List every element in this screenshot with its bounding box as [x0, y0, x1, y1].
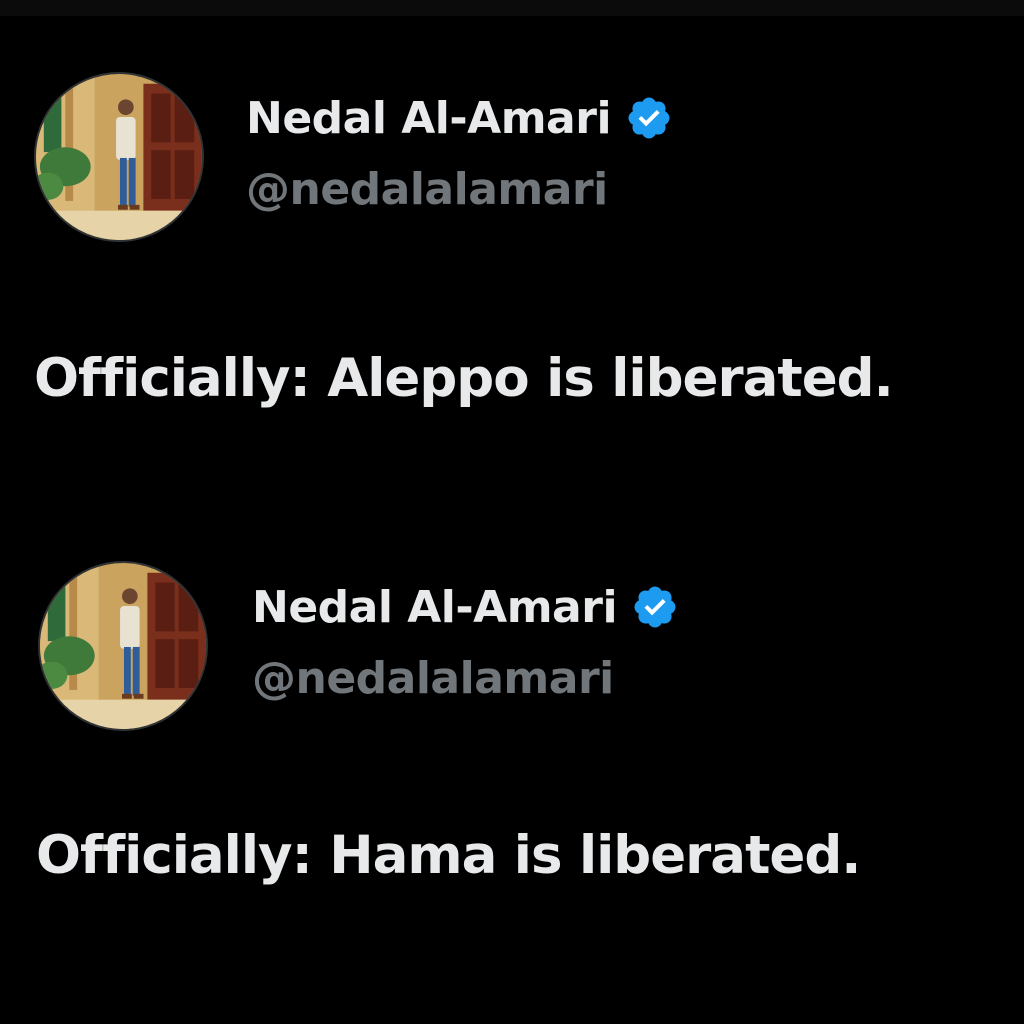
- avatar[interactable]: [34, 72, 204, 242]
- verified-badge-icon[interactable]: [625, 94, 673, 142]
- profile-photo: [40, 563, 206, 729]
- top-strip: [0, 0, 1024, 16]
- verified-badge-icon[interactable]: [631, 583, 679, 631]
- post-text: Officially: Aleppo is liberated.: [34, 348, 894, 409]
- profile-photo: [36, 74, 202, 240]
- user-handle[interactable]: @nedalalamari: [246, 164, 608, 215]
- display-name[interactable]: Nedal Al-Amari: [246, 93, 612, 144]
- user-handle[interactable]: @nedalalamari: [252, 653, 614, 704]
- avatar[interactable]: [38, 561, 208, 731]
- author-name-row: Nedal Al-Amari: [246, 88, 673, 148]
- display-name[interactable]: Nedal Al-Amari: [252, 582, 618, 633]
- post-text: Officially: Hama is liberated.: [36, 825, 861, 886]
- author-name-row: Nedal Al-Amari: [252, 577, 679, 637]
